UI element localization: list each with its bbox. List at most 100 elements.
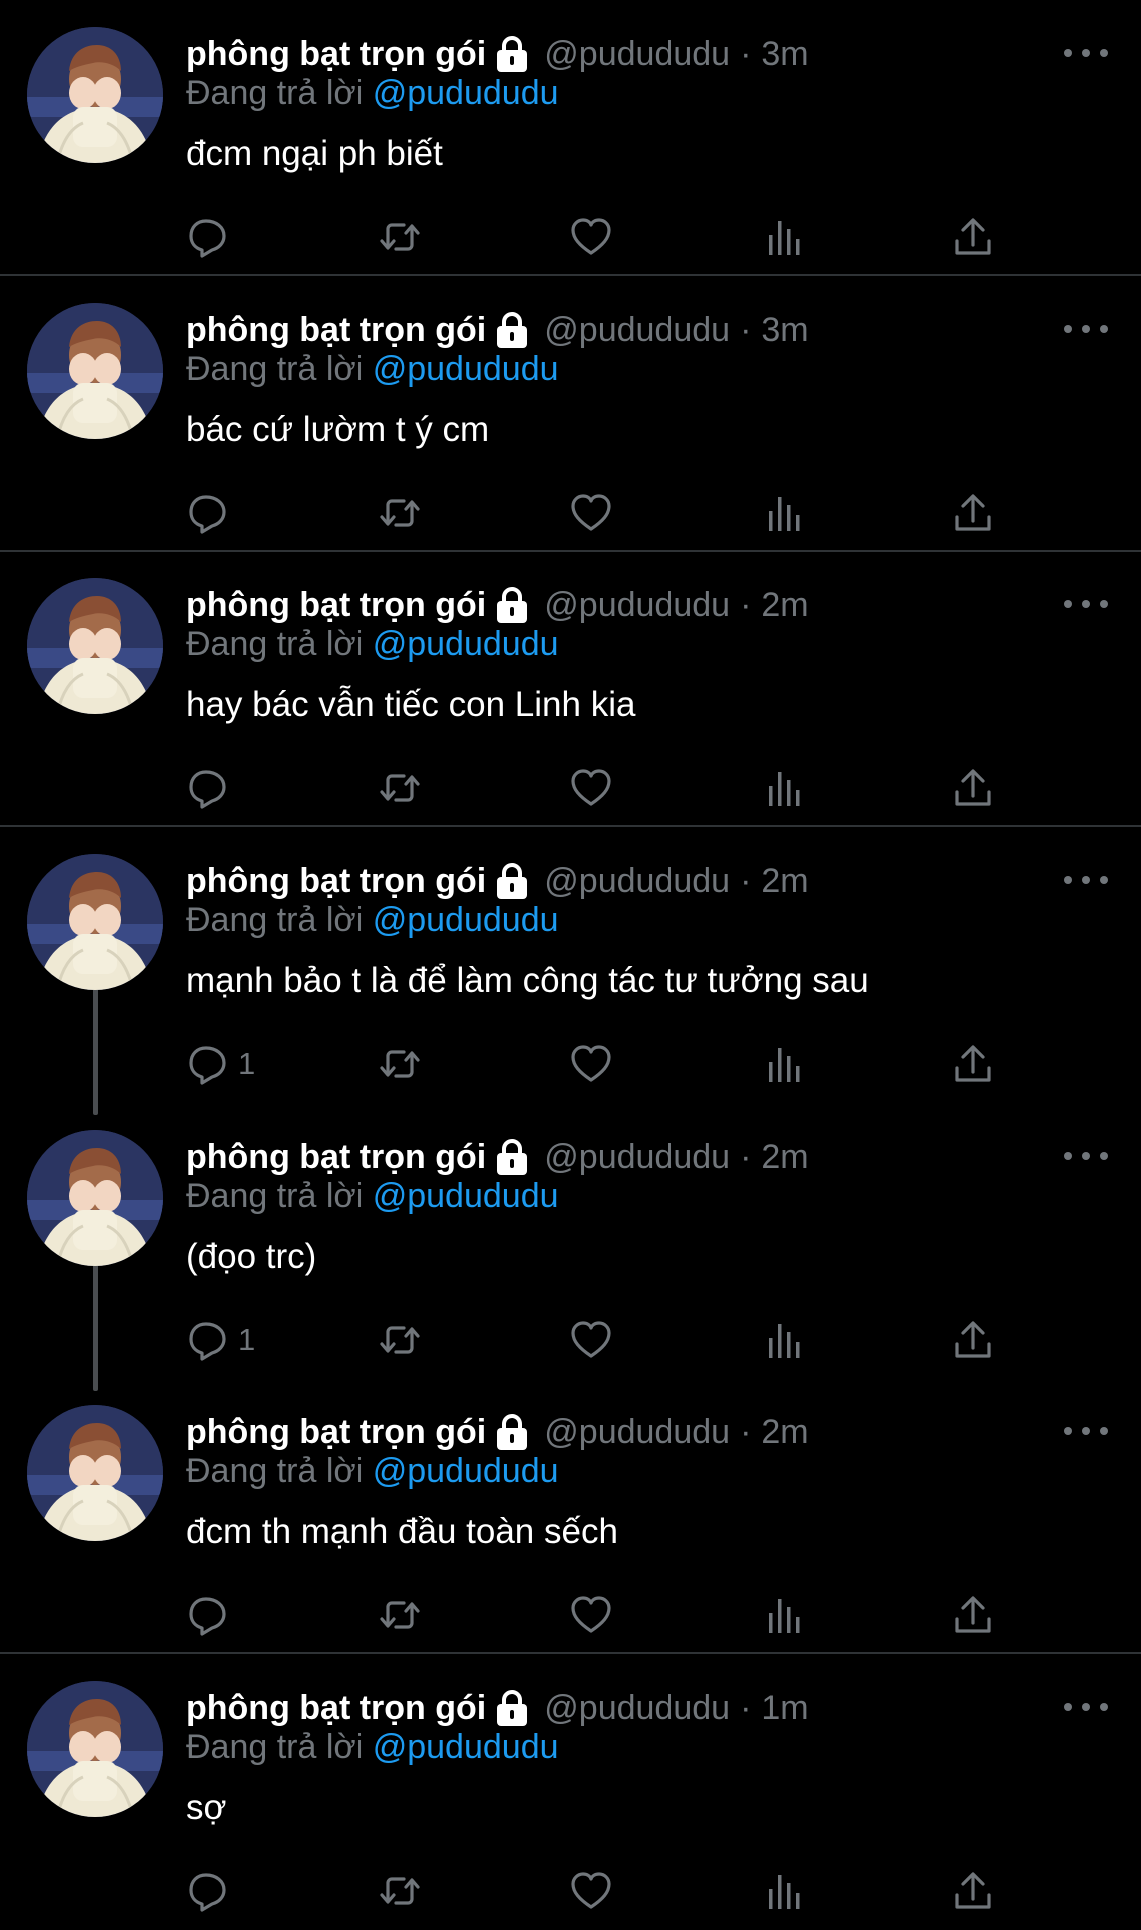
user-handle[interactable]: @pudududu: [544, 35, 730, 74]
more-button[interactable]: [1064, 1141, 1108, 1171]
views-button[interactable]: [761, 1590, 805, 1640]
tweet[interactable]: phông bạt trọn gói @pudududu · 2m Đang t…: [0, 1378, 1141, 1654]
more-button[interactable]: [1064, 314, 1108, 344]
timestamp[interactable]: 2m: [761, 862, 808, 901]
display-name[interactable]: phông bạt trọn gói: [186, 1413, 486, 1452]
views-button[interactable]: [761, 763, 805, 813]
like-button[interactable]: [569, 763, 613, 813]
reply-button[interactable]: [186, 1590, 230, 1640]
user-handle[interactable]: @pudududu: [544, 862, 730, 901]
tweet[interactable]: phông bạt trọn gói @pudududu · 2m Đang t…: [0, 551, 1141, 827]
display-name[interactable]: phông bạt trọn gói: [186, 311, 486, 350]
retweet-button[interactable]: [378, 1866, 422, 1916]
views-button[interactable]: [761, 1866, 805, 1916]
retweet-button[interactable]: [378, 1039, 422, 1089]
views-button[interactable]: [761, 212, 805, 262]
user-handle[interactable]: @pudududu: [544, 1689, 730, 1728]
heart-icon: [571, 1321, 611, 1358]
avatar[interactable]: [27, 303, 163, 439]
tweet[interactable]: phông bạt trọn gói @pudududu · 3m Đang t…: [0, 0, 1141, 276]
reply-icon: [189, 770, 226, 809]
dot-separator: ·: [740, 1137, 752, 1176]
display-name[interactable]: phông bạt trọn gói: [186, 1138, 486, 1177]
analytics-icon: [769, 1875, 800, 1909]
timestamp[interactable]: 2m: [761, 1413, 808, 1452]
more-button[interactable]: [1064, 1692, 1108, 1722]
like-button[interactable]: [569, 212, 613, 262]
tweet[interactable]: phông bạt trọn gói @pudududu · 2m Đang t…: [0, 827, 1141, 1115]
views-button[interactable]: [761, 1315, 805, 1365]
more-icon-dot: [1100, 325, 1108, 333]
share-icon: [955, 494, 991, 531]
share-icon: [955, 1045, 991, 1082]
reply-button[interactable]: 1: [186, 1315, 255, 1365]
tweet[interactable]: phông bạt trọn gói @pudududu · 3m Đang t…: [0, 276, 1141, 552]
share-button[interactable]: [951, 1590, 995, 1640]
timestamp[interactable]: 2m: [761, 1138, 808, 1177]
avatar[interactable]: [27, 1681, 163, 1817]
display-name[interactable]: phông bạt trọn gói: [186, 35, 486, 74]
replying-to-mention[interactable]: @pudududu: [373, 625, 559, 663]
heart-icon: [571, 1596, 611, 1633]
share-button[interactable]: [951, 1039, 995, 1089]
share-icon: [955, 769, 991, 806]
retweet-button[interactable]: [378, 763, 422, 813]
share-button[interactable]: [951, 488, 995, 538]
share-button[interactable]: [951, 212, 995, 262]
timestamp[interactable]: 2m: [761, 586, 808, 625]
like-button[interactable]: [569, 1866, 613, 1916]
replying-to-mention[interactable]: @pudududu: [373, 1728, 559, 1766]
timestamp[interactable]: 3m: [761, 311, 808, 350]
user-handle[interactable]: @pudududu: [544, 1138, 730, 1177]
reply-button[interactable]: [186, 488, 230, 538]
lock-icon: [494, 586, 530, 624]
avatar[interactable]: [27, 1130, 163, 1266]
replying-to-mention[interactable]: @pudududu: [373, 74, 559, 112]
replying-to-mention[interactable]: @pudududu: [373, 1177, 559, 1215]
views-button[interactable]: [761, 488, 805, 538]
avatar[interactable]: [27, 1405, 163, 1541]
reply-button[interactable]: [186, 1866, 230, 1916]
reply-button[interactable]: [186, 212, 230, 262]
replying-to-mention[interactable]: @pudududu: [373, 901, 559, 939]
display-name[interactable]: phông bạt trọn gói: [186, 862, 486, 901]
lock-icon: [494, 35, 530, 73]
retweet-button[interactable]: [378, 1315, 422, 1365]
user-handle[interactable]: @pudududu: [544, 311, 730, 350]
more-button[interactable]: [1064, 589, 1108, 619]
like-button[interactable]: [569, 1590, 613, 1640]
reply-button[interactable]: [186, 763, 230, 813]
avatar[interactable]: [27, 854, 163, 990]
retweet-button[interactable]: [378, 212, 422, 262]
display-name[interactable]: phông bạt trọn gói: [186, 586, 486, 625]
replying-to-mention[interactable]: @pudududu: [373, 1452, 559, 1490]
timestamp[interactable]: 3m: [761, 35, 808, 74]
tweet-header: phông bạt trọn gói @pudududu · 3m: [186, 306, 809, 354]
share-button[interactable]: [951, 763, 995, 813]
tweet[interactable]: phông bạt trọn gói @pudududu · 2m Đang t…: [0, 1103, 1141, 1391]
share-button[interactable]: [951, 1315, 995, 1365]
like-button[interactable]: [569, 1315, 613, 1365]
tweet[interactable]: phông bạt trọn gói @pudududu · 1m Đang t…: [0, 1654, 1141, 1930]
more-button[interactable]: [1064, 865, 1108, 895]
tweet-feed: phông bạt trọn gói @pudududu · 3m Đang t…: [0, 0, 1141, 1920]
more-icon-dot: [1064, 49, 1072, 57]
user-handle[interactable]: @pudududu: [544, 1413, 730, 1452]
retweet-button[interactable]: [378, 1590, 422, 1640]
views-button[interactable]: [761, 1039, 805, 1089]
like-button[interactable]: [569, 1039, 613, 1089]
reply-button[interactable]: 1: [186, 1039, 255, 1089]
timestamp[interactable]: 1m: [761, 1689, 808, 1728]
replying-to-mention[interactable]: @pudududu: [373, 350, 559, 388]
tweet-text: (đọo trc): [186, 1237, 317, 1276]
user-handle[interactable]: @pudududu: [544, 586, 730, 625]
display-name[interactable]: phông bạt trọn gói: [186, 1689, 486, 1728]
avatar[interactable]: [27, 27, 163, 163]
more-button[interactable]: [1064, 38, 1108, 68]
like-button[interactable]: [569, 488, 613, 538]
retweet-button[interactable]: [378, 488, 422, 538]
more-button[interactable]: [1064, 1416, 1108, 1446]
share-button[interactable]: [951, 1866, 995, 1916]
analytics-icon: [769, 497, 800, 531]
avatar[interactable]: [27, 578, 163, 714]
